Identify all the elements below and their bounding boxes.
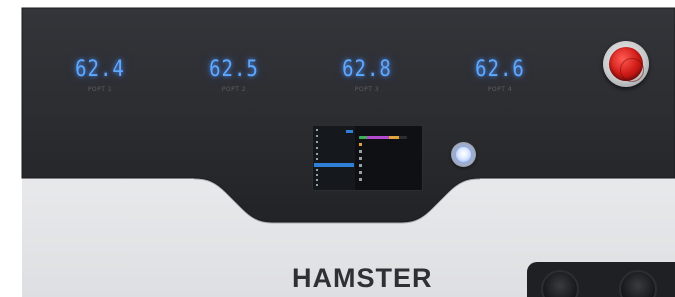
readout-4-label: POPT 4 xyxy=(487,86,513,93)
screen-sidebar-item[interactable] xyxy=(316,179,353,183)
emergency-stop-button[interactable] xyxy=(603,41,649,87)
screen-list-item[interactable] xyxy=(359,143,363,146)
screen-list-item[interactable] xyxy=(359,178,363,181)
screen-list-item[interactable] xyxy=(359,171,363,174)
screen-sidebar-item-active[interactable] xyxy=(314,163,354,167)
estop-ring xyxy=(620,58,644,82)
readout-1-value: 62.4 xyxy=(75,56,125,82)
connector-port xyxy=(619,270,657,297)
readout-1-label: POPT 1 xyxy=(87,86,113,93)
readout-2-label: POPT 2 xyxy=(221,86,247,93)
touch-screen[interactable] xyxy=(312,125,423,191)
emergency-stop-icon xyxy=(609,47,644,82)
screen-sidebar-item[interactable] xyxy=(316,135,353,139)
readout-2-value: 62.5 xyxy=(209,56,259,82)
readout-4-value: 62.6 xyxy=(475,56,525,82)
brand-logo: HAMSTER xyxy=(292,263,433,293)
illuminated-button-icon xyxy=(456,147,471,162)
readout-3-label: POPT 3 xyxy=(354,86,380,93)
screen-main xyxy=(357,126,422,190)
screen-sidebar-item[interactable] xyxy=(316,169,353,173)
illuminated-button[interactable] xyxy=(451,142,476,167)
connector-block xyxy=(527,262,675,297)
readout-3-value: 62.8 xyxy=(342,56,392,82)
connector-port xyxy=(541,270,579,297)
screen-list-item[interactable] xyxy=(359,150,363,153)
control-panel-scene: 62.4 POPT 1 62.5 POPT 2 62.8 POPT 3 62.6… xyxy=(0,0,675,297)
screen-badge xyxy=(346,130,353,133)
screen-sidebar-item[interactable] xyxy=(316,153,353,157)
screen-sidebar xyxy=(313,126,355,190)
screen-progress-bar xyxy=(359,136,407,139)
screen-sidebar-item[interactable] xyxy=(316,184,353,188)
screen-list-item[interactable] xyxy=(359,164,363,167)
screen-sidebar-item[interactable] xyxy=(316,158,353,162)
screen-sidebar-item[interactable] xyxy=(316,174,353,178)
screen-list-item[interactable] xyxy=(359,157,363,160)
screen-sidebar-item[interactable] xyxy=(316,147,353,151)
screen-sidebar-item[interactable] xyxy=(316,141,353,145)
